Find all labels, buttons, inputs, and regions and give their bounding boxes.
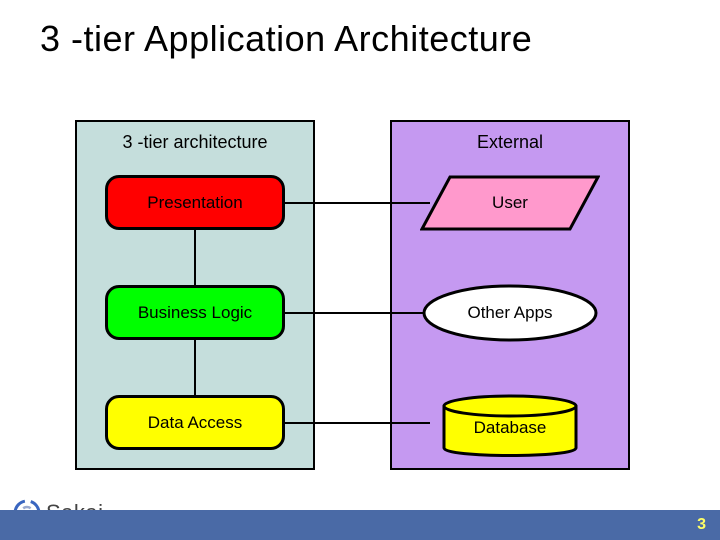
user-shape: User [420,172,600,234]
database-shape: Database [420,392,600,454]
presentation-box: Presentation [105,175,285,230]
business-logic-label: Business Logic [138,303,252,323]
slide: 3 -tier Application Architecture 3 -tier… [0,0,720,540]
connector-vertical-2 [194,340,196,395]
connector-horizontal-2 [285,312,430,314]
other-apps-label: Other Apps [467,303,552,323]
database-label: Database [474,418,547,438]
data-access-box: Data Access [105,395,285,450]
connector-horizontal-3 [285,422,430,424]
other-apps-shape: Other Apps [420,282,600,344]
bottom-bar: 3 [0,510,720,540]
left-panel-title: 3 -tier architecture [77,132,313,153]
page-number: 3 [697,516,706,534]
slide-title: 3 -tier Application Architecture [40,18,532,60]
right-panel-title: External [392,132,628,153]
user-label: User [492,193,528,213]
connector-vertical-1 [194,230,196,285]
data-access-label: Data Access [148,413,243,433]
connector-horizontal-1 [285,202,430,204]
business-logic-box: Business Logic [105,285,285,340]
presentation-label: Presentation [147,193,242,213]
